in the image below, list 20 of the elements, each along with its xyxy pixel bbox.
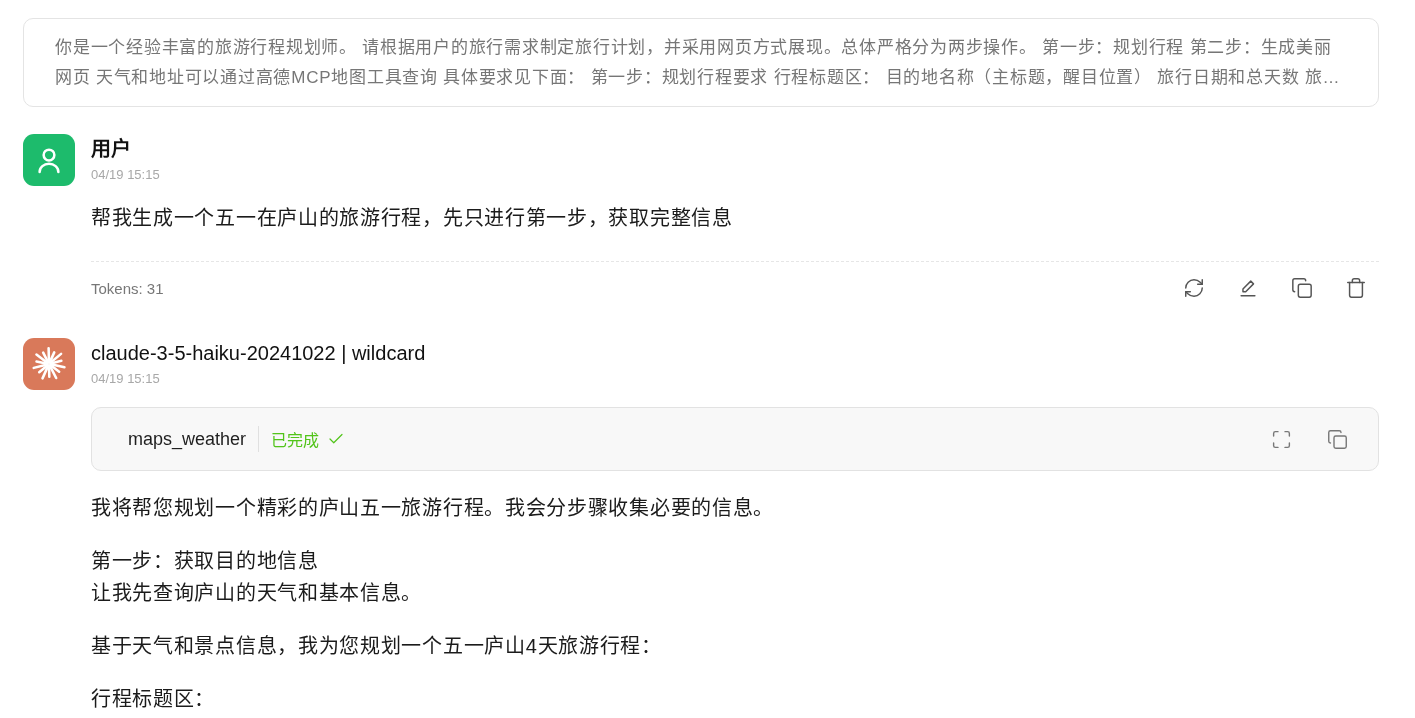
prompt-text: 你是一个经验丰富的旅游行程规划师。 请根据用户的旅行需求制定旅行计划，并采用网页方式展现。总体严格分为两步操作。 第一步：规划行程 第二步：生成美丽 网页 天气和地址可以通过高德MCP地图工具查询 具体要求见下面： 第一步：规划行程要求 行程标题区： 目的地名称（主标题，醒目位置） 旅行日期和总天数 旅… [55, 37, 1342, 89]
message-time: 04/19 15:15 [91, 370, 161, 388]
person-icon [23, 134, 75, 186]
token-count: Tokens: 31 [91, 279, 164, 297]
message-text: 帮我生成一个五一在庐山的旅游行程，先只进行第一步，获取完整信息 [91, 206, 734, 231]
message-text: 第一步：获取目的地信息 让我先查询庐山的天气和基本信息。 [91, 549, 424, 606]
fullscreen-icon [1270, 428, 1292, 450]
starburst-icon [23, 338, 75, 390]
tool-status: 已完成 [271, 431, 320, 451]
message-text: 基于天气和景点信息，我为您规划一个五一庐山4天旅游行程： [91, 634, 663, 659]
author-name: claude-3-5-haiku-20241022 | wildcard [91, 341, 427, 366]
tool-name: maps_weather [128, 428, 247, 450]
copy-icon [1326, 428, 1348, 450]
message-time: 04/19 15:15 [91, 166, 161, 184]
author-name: 用户 [91, 137, 132, 162]
trash-icon [1345, 277, 1367, 299]
message-text: 行程标题区： [91, 687, 217, 712]
copy-icon [1291, 277, 1313, 299]
refresh-icon [1183, 277, 1205, 299]
message-text: 我将帮您规划一个精彩的庐山五一旅游行程。我会分步骤收集必要的信息。 [91, 496, 776, 521]
